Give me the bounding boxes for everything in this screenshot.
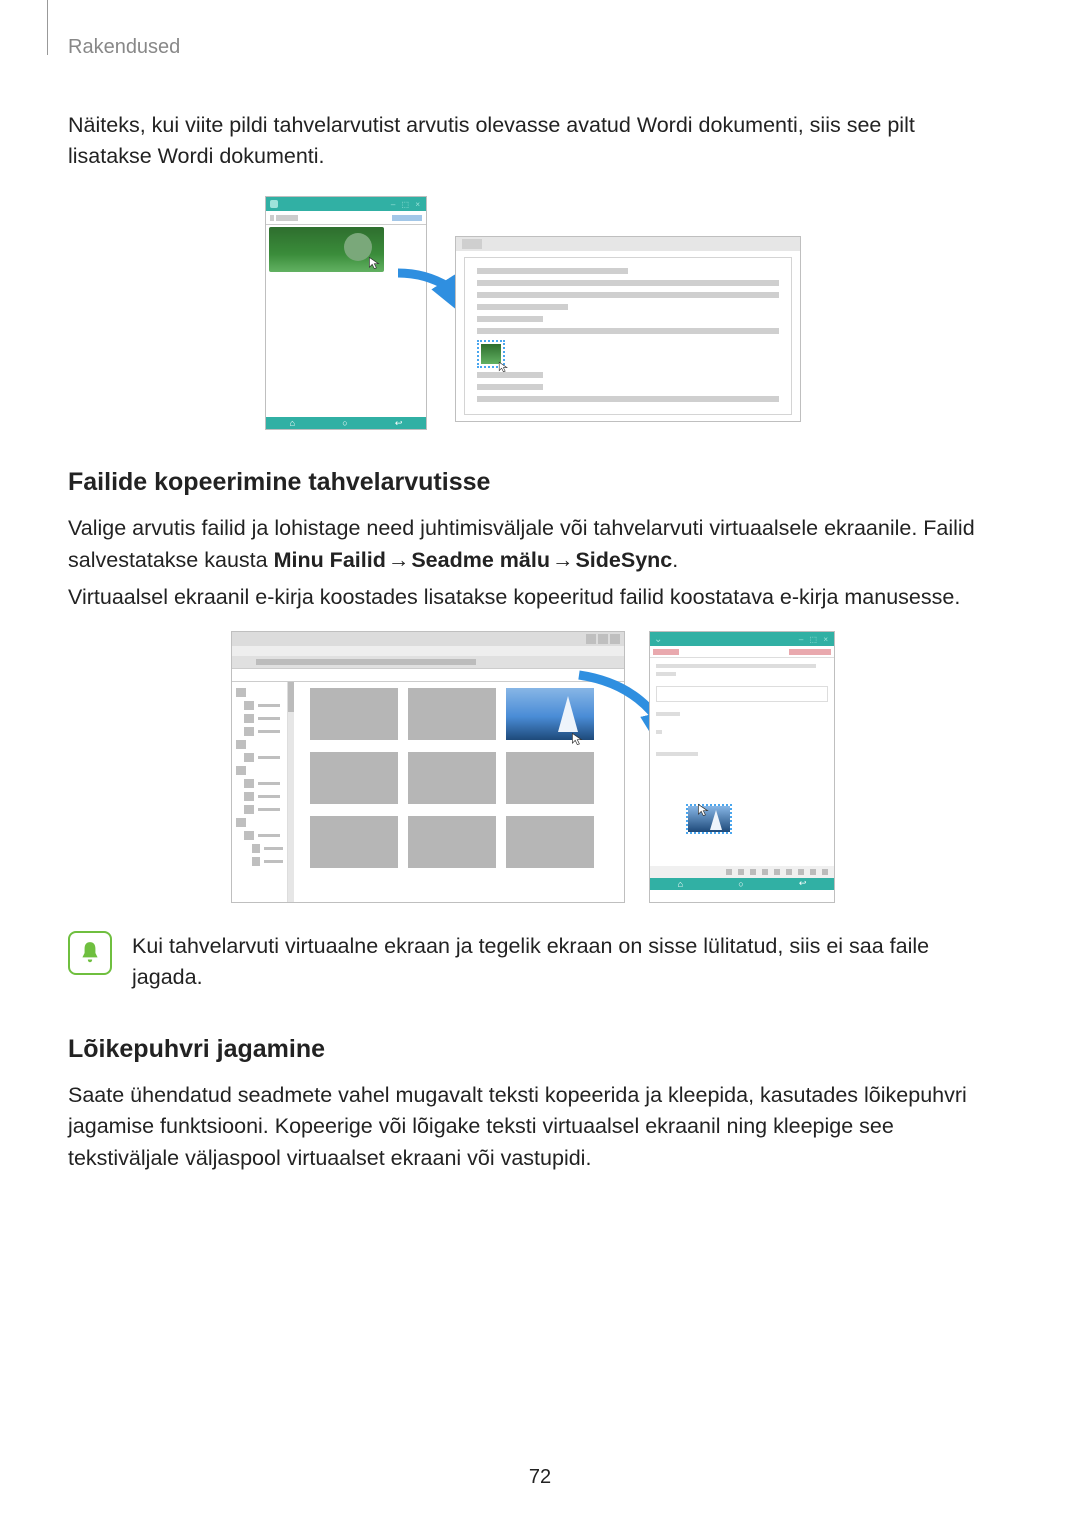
word-doc [464,257,792,415]
page-left-rule [47,0,48,55]
pc-explorer-window [231,631,625,903]
intro-paragraph: Näiteks, kui viite pildi tahvelarvutist … [68,110,998,172]
dropped-image [477,340,505,368]
word-titlebar [456,237,800,251]
page-content: Näiteks, kui viite pildi tahvelarvutist … [68,110,998,1180]
scrollbar [288,682,294,902]
tablet-titlebar: – ⬚ × [266,197,426,211]
section1-p2: Virtuaalsel ekraanil e-kirja koostades l… [68,582,998,613]
header-label: Rakendused [68,36,180,59]
compose-toolbar [650,866,834,878]
dropped-attachment [686,804,732,834]
word-window [455,236,801,422]
tablet-titlebar: ⌄– ⬚ × [650,632,834,646]
bell-icon [68,931,112,975]
illustration-tablet-to-word: – ⬚ × ⌂○↩ [265,196,801,430]
pc-titlebar [232,632,624,646]
folder-tree [232,682,288,902]
tablet-nav: ⌂○↩ [266,417,426,429]
section2-title: Lõikepuhvri jagamine [68,1035,998,1064]
tablet-nav: ⌂○↩ [650,878,834,890]
section1-title: Failide kopeerimine tahvelarvutisse [68,468,998,497]
illustration-pc-to-tablet: ⌄– ⬚ × ⌂○↩ [231,631,835,909]
note-text: Kui tahvelarvuti virtuaalne ekraan ja te… [132,931,998,993]
tablet-compose-window: ⌄– ⬚ × ⌂○↩ [649,631,835,903]
gallery-photo [269,227,384,272]
section2-p1: Saate ühendatud seadmete vahel mugavalt … [68,1080,998,1174]
compose-field [656,686,828,702]
section1-p1: Valige arvutis failid ja lohistage need … [68,513,998,575]
page-number: 72 [529,1466,551,1489]
note-callout: Kui tahvelarvuti virtuaalne ekraan ja te… [68,931,998,993]
tablet-toolbar [266,211,426,225]
tablet-compose-bar [650,646,834,658]
